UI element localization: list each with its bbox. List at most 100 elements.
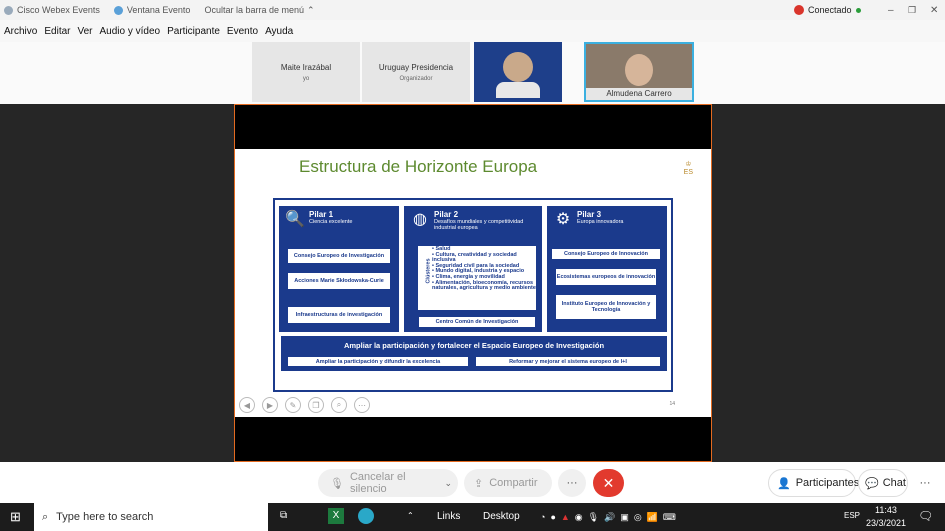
- windows-taskbar: ⊞ ⌕ Type here to search ⧉ X ⌃ Links Desk…: [0, 503, 945, 531]
- desktop-toolbar[interactable]: Desktop: [483, 511, 520, 522]
- share-icon: ⇪: [474, 477, 484, 490]
- hide-menu-button[interactable]: Ocultar la barra de menú ⌃: [204, 5, 314, 16]
- person-body-icon: [496, 82, 540, 98]
- leave-button[interactable]: ✕: [593, 469, 624, 497]
- video-strip: Maite Irazábal yo Uruguay Presidencia Or…: [0, 42, 945, 104]
- chat-icon: 💬: [865, 477, 879, 490]
- menu-editar[interactable]: Editar: [44, 26, 70, 37]
- shared-content-frame: Estructura de Horizonte Europa ♔ ES 🔍 Pil…: [234, 104, 712, 462]
- wifi-icon[interactable]: 📶: [647, 512, 658, 523]
- chat-button[interactable]: 💬 Chat: [858, 469, 908, 497]
- chevron-down-icon[interactable]: ⌄: [444, 478, 452, 489]
- connection-status: Conectado: [794, 5, 865, 15]
- pillar-title: Pilar 3: [577, 210, 602, 219]
- previous-icon[interactable]: ◀: [239, 397, 255, 413]
- system-tray-icons: ◔ ● ▲ ◉ 🎙 🔊 ▣ ◎ 📶 ⌨: [540, 503, 681, 531]
- windows-start-icon[interactable]: ⊞: [10, 509, 21, 525]
- band-item: Ampliar la participación y difundir la e…: [287, 356, 469, 367]
- participant-role: yo: [302, 75, 310, 82]
- more-button[interactable]: ···: [558, 469, 586, 497]
- keyboard-icon[interactable]: ⌨: [663, 512, 676, 523]
- event-window-tab[interactable]: Ventana Evento: [113, 5, 191, 15]
- task-view-icon[interactable]: ⧉: [280, 510, 287, 521]
- search-icon: ⌕: [42, 510, 49, 523]
- next-icon[interactable]: ▶: [262, 397, 278, 413]
- menu-archivo[interactable]: Archivo: [4, 26, 37, 37]
- window-title: Ventana Evento: [126, 5, 191, 15]
- clock-date[interactable]: 23/3/2021: [866, 518, 906, 528]
- notifications-icon[interactable]: 🗨: [918, 509, 933, 523]
- participants-label: Participantes: [795, 477, 860, 489]
- tray-icon[interactable]: ▣: [620, 512, 629, 523]
- person-icon: 👤: [777, 477, 791, 490]
- copy-icon[interactable]: ❐: [308, 397, 324, 413]
- scroll-chevron-icon[interactable]: ⌃: [407, 511, 414, 520]
- pdf-icon[interactable]: ▲: [561, 512, 570, 522]
- microphone-icon: 🎙: [330, 477, 344, 490]
- band-title: Ampliar la participación y fortalecer el…: [343, 341, 605, 350]
- pillar-title: Pilar 2: [434, 210, 459, 219]
- menu-participante[interactable]: Participante: [167, 26, 220, 37]
- cluster-item: Alimentación, bioeconomía, recursos natu…: [432, 280, 536, 292]
- close-window-icon[interactable]: ✕: [930, 5, 938, 16]
- participant-role: Organizador: [399, 75, 433, 82]
- clusters-label: Clústeres: [425, 258, 432, 284]
- pillar-title: Pilar 1: [309, 210, 334, 219]
- volume-icon[interactable]: 🔊: [604, 512, 615, 523]
- widening-band: Ampliar la participación y fortalecer el…: [281, 336, 667, 371]
- title-bar: Cisco Webex Events Ventana Evento Oculta…: [0, 0, 945, 20]
- band-item: Reformar y mejorar el sistema europeo de…: [475, 356, 661, 367]
- tray-icon[interactable]: ◎: [634, 512, 642, 523]
- pillar-1: 🔍 Pilar 1 Ciencia excelente Consejo Europ…: [279, 206, 399, 332]
- cluster-list: Salud Cultura, creatividad y sociedad in…: [432, 246, 536, 292]
- participant-tile-organizer[interactable]: Uruguay Presidencia Organizador: [362, 42, 470, 102]
- meeting-controls: 🎙 Cancelar el silencio ⌄ ⇪ Compartir ···…: [0, 462, 945, 503]
- unmute-button[interactable]: 🎙 Cancelar el silencio ⌄: [318, 469, 458, 497]
- pillar-item: Infraestructuras de investigación: [287, 306, 391, 324]
- participant-name: Maite Irazábal: [280, 62, 332, 72]
- tray-icon[interactable]: ◔: [540, 512, 545, 522]
- menu-ver[interactable]: Ver: [77, 26, 92, 37]
- links-toolbar[interactable]: Links: [437, 511, 460, 522]
- pillar-subtitle: Desafíos mundiales y competitividad indu…: [434, 219, 524, 231]
- clock-time[interactable]: 11:43: [875, 505, 897, 515]
- participant-tile-self[interactable]: Maite Irazábal yo: [252, 42, 360, 102]
- zoom-icon[interactable]: ⌕: [331, 397, 347, 413]
- pillar-subtitle: Europa innovadora: [577, 219, 624, 225]
- participant-name: Almudena Carrero: [586, 88, 692, 100]
- pillar-item: Consejo Europeo de Innovación: [551, 248, 661, 260]
- microphone-icon[interactable]: 🎙: [588, 512, 599, 523]
- tray-icon[interactable]: ◉: [575, 512, 583, 523]
- language-indicator[interactable]: ESP: [844, 511, 860, 520]
- slide-page-number: 14: [669, 401, 675, 407]
- slide-controls: ◀ ▶ ✎ ❐ ⌕ ⋯: [239, 397, 377, 413]
- excel-icon[interactable]: X: [328, 508, 344, 524]
- pillar-item: Consejo Europeo de Investigación: [287, 248, 391, 264]
- share-button[interactable]: ⇪ Compartir: [464, 469, 552, 497]
- active-speaker-tile[interactable]: Almudena Carrero: [584, 42, 694, 102]
- restore-icon[interactable]: ❐: [908, 5, 916, 16]
- taskbar-search[interactable]: ⌕ Type here to search: [34, 503, 268, 531]
- hide-menu-label: Ocultar la barra de menú: [204, 5, 304, 15]
- spain-logo-icon: ♔ ES: [683, 161, 693, 176]
- edge-icon[interactable]: [358, 508, 374, 524]
- menu-audio-video[interactable]: Audio y vídeo: [100, 26, 161, 37]
- status-dot-icon: [855, 7, 861, 13]
- speaker-video-tile[interactable]: [474, 42, 562, 102]
- pillar-item: Instituto Europeo de Innovación y Tecnol…: [555, 294, 657, 320]
- pillar-item: Ecosistemas europeos de innovación: [555, 268, 657, 286]
- pen-icon[interactable]: ✎: [285, 397, 301, 413]
- menu-ayuda[interactable]: Ayuda: [265, 26, 293, 37]
- horizon-europe-diagram: 🔍 Pilar 1 Ciencia excelente Consejo Europ…: [273, 198, 673, 392]
- menu-evento[interactable]: Evento: [227, 26, 258, 37]
- tray-icon[interactable]: ●: [550, 512, 555, 522]
- minimize-icon[interactable]: –: [888, 5, 894, 16]
- more-options-icon[interactable]: ⋯: [354, 397, 370, 413]
- webex-logo-icon: [4, 5, 13, 15]
- globe-icon: ◍: [413, 211, 427, 228]
- participants-button[interactable]: 👤 Participantes: [768, 469, 859, 497]
- more-panels-button[interactable]: ···: [912, 469, 938, 497]
- pillar-item: Acciones Marie Skłodowska-Curie: [287, 272, 391, 290]
- jrc-box: Centro Común de Investigación: [418, 316, 536, 328]
- slide-title: Estructura de Horizonte Europa: [299, 157, 538, 176]
